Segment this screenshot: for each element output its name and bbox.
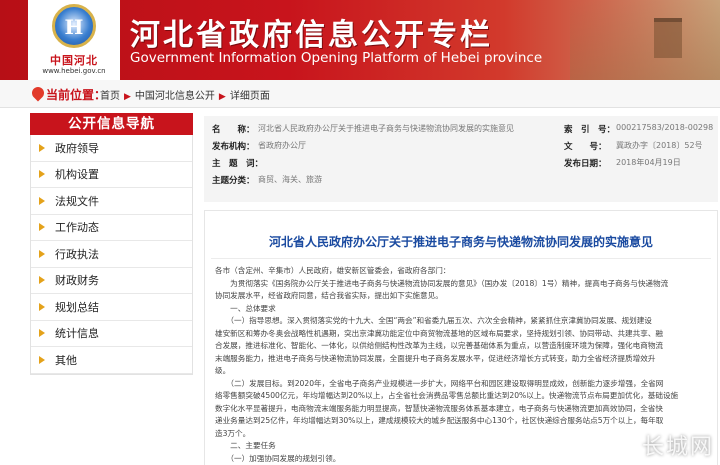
breadcrumb: 首页 ▶ 中国河北信息公开 ▶ 详细页面 bbox=[100, 87, 270, 102]
article-line: 递业务量达到25亿件，年均增幅达到30%以上，建成规模较大的城乡配送服务中心13… bbox=[215, 416, 664, 425]
article-body: 河北省人民政府办公厅关于推进电子商务与快递物流协同发展的实施意见 各市（含定州、… bbox=[204, 210, 718, 465]
sidebar-item-label: 统计信息 bbox=[55, 327, 99, 341]
meta-keywords-label: 主 题 词： bbox=[212, 159, 264, 169]
hebei-emblem-icon: H bbox=[52, 4, 96, 48]
breadcrumb-home[interactable]: 首页 bbox=[100, 91, 120, 102]
sidebar-item-regulations[interactable]: 法规文件 bbox=[31, 188, 192, 215]
meta-category-label: 主题分类： bbox=[212, 176, 255, 186]
site-logo[interactable]: H 中国河北 www.hebei.gov.cn bbox=[28, 0, 120, 80]
arrow-bullet-icon bbox=[39, 249, 45, 258]
sidebar-item-finance[interactable]: 财政财务 bbox=[31, 268, 192, 294]
sidebar-item-planning[interactable]: 规划总结 bbox=[31, 294, 192, 321]
sidebar-item-label: 规划总结 bbox=[55, 300, 99, 314]
article-title: 河北省人民政府办公厅关于推进电子商务与快递物流协同发展的实施意见 bbox=[268, 235, 653, 249]
article-line: 为贯彻落实《国务院办公厅关于推进电子商务与快递物流协同发展的意见》（国办发〔20… bbox=[215, 278, 669, 288]
site-banner: H 中国河北 www.hebei.gov.cn 河北省政府信息公开专栏 Gove… bbox=[0, 0, 720, 80]
sidebar-item-label: 工作动态 bbox=[55, 221, 99, 235]
article-line: 各市（含定州、辛集市）人民政府，雄安新区管委会，省政府各部门： bbox=[215, 266, 451, 275]
meta-index-label: 索 引 号： bbox=[564, 125, 616, 135]
breadcrumb-current: 详细页面 bbox=[229, 91, 270, 102]
sidebar-item-leaders[interactable]: 政府领导 bbox=[31, 135, 192, 162]
site-subtitle: Government Information Opening Platform … bbox=[130, 50, 543, 66]
sidebar-item-label: 政府领导 bbox=[55, 141, 99, 155]
arrow-bullet-icon bbox=[39, 196, 45, 205]
sidebar-item-label: 法规文件 bbox=[55, 194, 99, 208]
arrow-bullet-icon bbox=[39, 276, 45, 285]
article-line: 数字化水平显著提升，电商物流末端服务能力明显提高，智慧快递物流服务体系基本建立，… bbox=[215, 403, 664, 413]
sidebar-list: 政府领导 机构设置 法规文件 工作动态 行政执法 财政财务 规划总结 统计信息 … bbox=[30, 135, 193, 375]
sidebar-item-other[interactable]: 其他 bbox=[31, 347, 192, 374]
breadcrumb-bar: 当前位置： 首页 ▶ 中国河北信息公开 ▶ 详细页面 bbox=[0, 80, 720, 108]
meta-name-value: 河北省人民政府办公厅关于推进电子商务与快递物流协同发展的实施意见 bbox=[258, 124, 514, 133]
great-wall-decoration bbox=[570, 0, 720, 80]
meta-docno-value: 冀政办字〔2018〕52号 bbox=[616, 141, 703, 150]
title-divider bbox=[211, 258, 711, 259]
sidebar-item-enforcement[interactable]: 行政执法 bbox=[31, 241, 192, 268]
breadcrumb-separator-icon: ▶ bbox=[124, 92, 131, 102]
article-line: （一）指导思想。深入贯彻落实党的十九大、全国“两会”和省委九届五次、六次全会精神… bbox=[215, 316, 652, 325]
meta-org-label: 发布机构： bbox=[212, 142, 255, 152]
article-line: 造3万个。 bbox=[215, 428, 251, 438]
breadcrumb-info-open[interactable]: 中国河北信息公开 bbox=[135, 91, 215, 102]
arrow-bullet-icon bbox=[39, 223, 45, 232]
article-line: （二）发展目标。到2020年，全省电子商务产业规模进一步扩大，网络平台和园区建设… bbox=[215, 378, 664, 388]
watchtower-decoration bbox=[654, 18, 682, 58]
article-line: 合发展，推进标准化、智能化、一体化，以供给侧结构性改革为主线，以完善基础体系为重… bbox=[215, 341, 664, 350]
sidebar-item-news[interactable]: 工作动态 bbox=[31, 215, 192, 241]
article-line: （一）加强协同发展的规划引领。 bbox=[215, 453, 341, 463]
location-label: 当前位置： bbox=[46, 88, 107, 102]
article-line: 二、主要任务 bbox=[215, 441, 276, 450]
arrow-bullet-icon bbox=[39, 329, 45, 338]
sidebar-item-organizations[interactable]: 机构设置 bbox=[31, 162, 192, 188]
article-line: 雄安新区和筹办冬奥会战略性机遇期，突出京津冀功能定位中商贸物流基地的区域布局要求… bbox=[215, 328, 664, 338]
sidebar-item-label: 机构设置 bbox=[55, 168, 99, 182]
location-pin-icon bbox=[29, 84, 47, 102]
arrow-bullet-icon bbox=[39, 355, 45, 364]
document-metadata: 名 称： 河北省人民政府办公厅关于推进电子商务与快递物流协同发展的实施意见 索 … bbox=[204, 116, 718, 202]
arrow-bullet-icon bbox=[39, 143, 45, 152]
meta-date-label: 发布日期： bbox=[564, 159, 607, 169]
breadcrumb-separator-icon: ▶ bbox=[218, 92, 226, 102]
article-line: 协同发展水平，经省政府同意，结合我省实际，提出如下实施意见。 bbox=[215, 291, 443, 300]
article-line: 一、总体要求 bbox=[215, 303, 276, 313]
article-line: 末端服务能力，推进电子商务与快递物流协同发展，全面提升电子商务发展水平，促进经济… bbox=[215, 353, 656, 363]
article-line: 络零售额突破4500亿元，年均增幅达到20%以上，占全省社会消费品零售总额比重达… bbox=[215, 391, 679, 400]
logo-text: 中国河北 bbox=[50, 54, 98, 67]
article-line: 级。 bbox=[215, 366, 231, 375]
meta-name-label: 名 称： bbox=[212, 125, 255, 135]
meta-index-value: 000217583/2018-00298 bbox=[616, 123, 714, 132]
meta-category-value: 商贸、海关、旅游 bbox=[258, 175, 322, 184]
sidebar-title: 公开信息导航 bbox=[30, 113, 193, 135]
sidebar-item-label: 财政财务 bbox=[55, 274, 99, 288]
meta-date-value: 2018年04月19日 bbox=[616, 158, 681, 167]
sidebar-item-label: 其他 bbox=[55, 353, 77, 367]
sidebar-item-label: 行政执法 bbox=[55, 247, 99, 261]
arrow-bullet-icon bbox=[39, 302, 45, 311]
site-title: 河北省政府信息公开专栏 bbox=[130, 18, 493, 53]
logo-url: www.hebei.gov.cn bbox=[42, 67, 106, 75]
arrow-bullet-icon bbox=[39, 170, 45, 179]
meta-org-value: 省政府办公厅 bbox=[258, 141, 306, 150]
sidebar: 公开信息导航 政府领导 机构设置 法规文件 工作动态 行政执法 财政财务 规划总… bbox=[30, 113, 193, 375]
meta-docno-label: 文 号： bbox=[564, 142, 607, 152]
sidebar-item-statistics[interactable]: 统计信息 bbox=[31, 321, 192, 347]
watermark: 长城网 bbox=[641, 435, 714, 460]
